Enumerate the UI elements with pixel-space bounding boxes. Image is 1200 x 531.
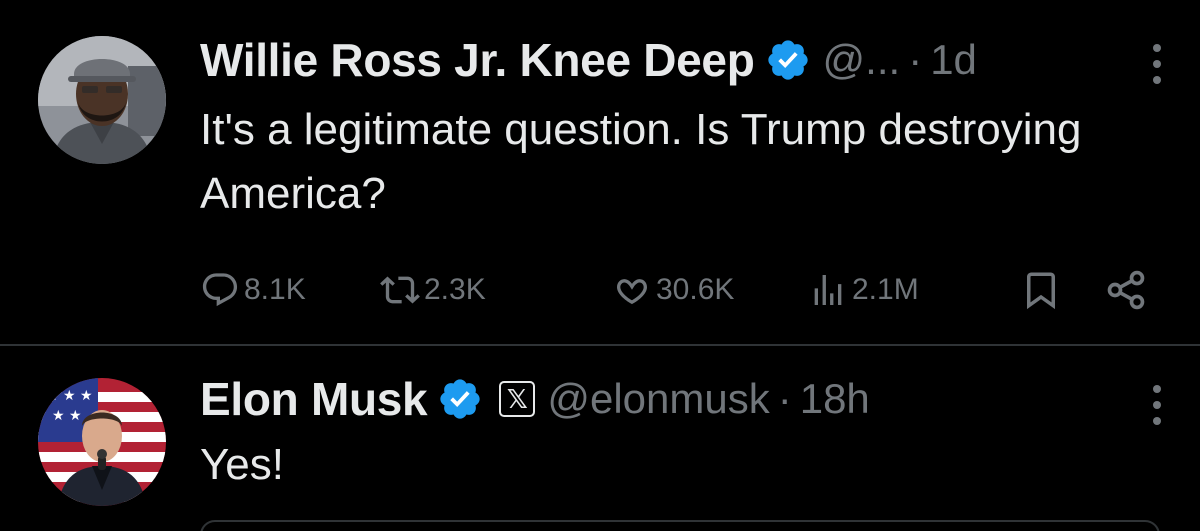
timeline: Willie Ross Jr. Knee Deep @... · 1d It's…: [0, 0, 1200, 531]
verified-badge-icon: [440, 379, 480, 419]
author-name[interactable]: Willie Ross Jr. Knee Deep: [200, 33, 755, 87]
author-handle[interactable]: @elonmusk: [547, 375, 769, 423]
like-button[interactable]: 30.6K: [612, 262, 734, 318]
like-count: 30.6K: [656, 273, 735, 306]
header-separator: ·: [908, 36, 923, 83]
reply-count: 8.1K: [244, 273, 306, 306]
timestamp[interactable]: 1d: [930, 36, 977, 84]
more-options-icon[interactable]: [1150, 44, 1164, 84]
tweet-header: Elon Musk 𝕏 @elonmusk · 18h: [200, 371, 870, 427]
reply-icon: [202, 273, 238, 307]
repost-count: 2.3K: [424, 273, 486, 306]
bookmark-button[interactable]: [1020, 262, 1066, 318]
tweet-actions: 8.1K 2.3K 30.6K 2.1M: [200, 262, 1160, 318]
author-handle[interactable]: @...: [823, 36, 901, 84]
share-button[interactable]: [1104, 262, 1152, 318]
repost-icon: [380, 276, 420, 304]
reply-button[interactable]: 8.1K: [200, 262, 306, 318]
tweet[interactable]: ★ ★ ★ ★ ★ Elon Musk 𝕏 @elonmusk · 18h Ye…: [0, 345, 1200, 531]
views-button[interactable]: 2.1M: [808, 262, 919, 318]
views-chart-icon: [814, 275, 842, 305]
tweet-text: It's a legitimate question. Is Trump des…: [200, 105, 1082, 218]
svg-text:★ ★ ★: ★ ★ ★: [46, 388, 93, 404]
tweet-header: Willie Ross Jr. Knee Deep @... · 1d: [200, 32, 977, 88]
header-separator: ·: [777, 375, 792, 422]
views-count: 2.1M: [852, 273, 919, 306]
svg-text:★ ★: ★ ★: [52, 408, 82, 424]
repost-button[interactable]: 2.3K: [380, 262, 486, 318]
share-icon: [1107, 270, 1145, 310]
author-name[interactable]: Elon Musk: [200, 372, 428, 426]
avatar[interactable]: [38, 36, 166, 164]
avatar[interactable]: ★ ★ ★ ★ ★: [38, 378, 166, 506]
embedded-card-edge: [200, 520, 1160, 531]
more-options-icon[interactable]: [1150, 385, 1164, 425]
tweet[interactable]: Willie Ross Jr. Knee Deep @... · 1d It's…: [0, 0, 1200, 345]
tweet-text: Yes!: [200, 440, 285, 489]
x-affiliate-badge-icon[interactable]: 𝕏: [499, 381, 536, 417]
verified-badge-icon: [767, 40, 808, 80]
heart-icon: [617, 279, 647, 305]
timestamp[interactable]: 18h: [800, 375, 870, 423]
bookmark-icon: [1027, 272, 1055, 310]
